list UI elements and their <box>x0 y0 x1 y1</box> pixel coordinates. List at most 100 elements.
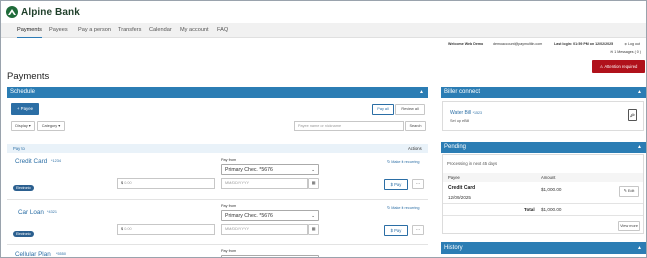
nav-calendar[interactable]: Calendar <box>149 23 172 38</box>
collapse-caret-icon[interactable]: ▲ <box>637 142 642 153</box>
envelope-icon: ✉ <box>610 50 614 54</box>
pay-from-label: Pay from <box>221 249 237 253</box>
collapse-caret-icon[interactable]: ▲ <box>637 242 642 254</box>
pay-from-label: Pay from <box>221 158 237 162</box>
pay-button[interactable]: $ Pay <box>384 179 408 190</box>
nav-payments[interactable]: Payments <box>17 23 42 38</box>
review-all-button[interactable]: Review all <box>395 104 425 115</box>
payee-search-input[interactable]: Payee name or nickname <box>294 121 404 131</box>
logout-link[interactable]: ➲ Log out <box>624 42 640 46</box>
payee-name[interactable]: Cellular Plan <box>15 251 51 257</box>
biller-name[interactable]: Water Bill *1523 <box>450 110 482 116</box>
biller-connect-title: Biller connect <box>444 89 481 95</box>
attention-required-button[interactable]: ⚠ Attention required <box>592 60 645 73</box>
logout-label: Log out <box>628 42 641 46</box>
app-window: Alpine Bank Payments Payees Pay a person… <box>0 0 647 258</box>
col-actions: Actions <box>408 146 422 151</box>
nav-pay-a-person[interactable]: Pay a person <box>78 23 111 38</box>
main-nav: Payments Payees Pay a person Transfers C… <box>1 23 646 38</box>
date-input[interactable]: MM/DD/YYYY <box>221 178 308 189</box>
pdf-document-icon[interactable] <box>628 109 637 121</box>
add-payee-button[interactable]: + Payee <box>11 103 39 115</box>
pay-from-value: Primary Chec. *5676 <box>225 167 273 173</box>
payee-name[interactable]: Credit Card <box>15 158 47 165</box>
display-label: Display <box>15 124 28 128</box>
payee-account: *4321 <box>47 210 57 214</box>
pencil-icon: ✎ <box>623 189 627 193</box>
collapse-caret-icon[interactable]: ▲ <box>637 87 642 98</box>
pending-payee-date: 12/09/2025 <box>448 195 471 200</box>
pay-from-label: Pay from <box>221 204 237 208</box>
make-recurring-link[interactable]: ↻ Make it recurring <box>387 205 420 210</box>
edit-button[interactable]: ✎ Edit <box>619 186 639 197</box>
biller-item: Water Bill <box>450 110 472 116</box>
dollar-icon: $ <box>390 182 393 187</box>
view-more-button[interactable]: View more <box>618 221 640 231</box>
setup-ebill-text: Set up eBill <box>450 119 470 123</box>
pending-payee-name[interactable]: Credit Card <box>448 185 475 191</box>
page-title: Payments <box>7 71 50 82</box>
nav-transfers[interactable]: Transfers <box>118 23 141 38</box>
history-title: History <box>444 245 463 251</box>
display-dropdown[interactable]: Display ▾ <box>11 121 35 131</box>
amount-input[interactable]: $ 0.00 <box>117 178 215 189</box>
last-login: Last login: 01:59 PM on 12/02/2025 <box>554 42 614 46</box>
pay-all-button[interactable]: Pay all <box>372 104 394 115</box>
amount-input[interactable]: $ 0.00 <box>117 224 215 235</box>
nav-payees[interactable]: Payees <box>49 23 68 38</box>
history-panel-header[interactable]: History ▲ <box>441 242 646 254</box>
messages-link[interactable]: ✉ 1 Messages ( 0 ) <box>610 50 641 54</box>
pay-from-select[interactable]: Primary Chec. *5676 ⌄ <box>221 210 319 221</box>
brand-name: Alpine Bank <box>21 7 80 18</box>
edit-label: Edit <box>627 189 635 193</box>
alpine-bank-logo-icon[interactable] <box>6 6 18 18</box>
refresh-icon: ↻ <box>387 160 391 164</box>
more-options-button[interactable]: ⋯ <box>412 225 424 235</box>
collapse-caret-icon[interactable]: ▲ <box>419 87 424 98</box>
pay-label: Pay <box>394 182 402 187</box>
date-input[interactable]: MM/DD/YYYY <box>221 224 308 235</box>
dollar-sign: $ <box>121 181 124 185</box>
search-button[interactable]: Search <box>405 121 426 131</box>
chevron-down-icon: ⌄ <box>311 167 315 172</box>
chevron-down-icon: ⌄ <box>311 213 315 218</box>
make-recurring-link[interactable]: ↻ Make it recurring <box>387 159 420 164</box>
pending-panel-header[interactable]: Pending ▲ <box>441 142 646 153</box>
pending-divider <box>443 215 643 216</box>
pay-from-select[interactable]: Primary Chec. *5676 ⌄ <box>221 164 319 175</box>
dollar-icon: $ <box>390 228 393 233</box>
calendar-icon[interactable]: ▦ <box>308 178 319 189</box>
pending-subtitle: Processing in next 45 days <box>447 161 498 166</box>
dollar-sign: $ <box>121 227 124 231</box>
biller-account: *1523 <box>472 111 483 115</box>
biller-connect-header[interactable]: Biller connect ▲ <box>441 87 646 98</box>
electronic-badge: Electronic <box>13 231 34 237</box>
payee-name[interactable]: Car Loan <box>18 209 44 216</box>
pending-amount: $1,000.00 <box>541 187 562 192</box>
amount-placeholder: 0.00 <box>124 181 132 185</box>
header: Alpine Bank <box>1 1 646 23</box>
pay-to-header-row: Pay to Actions <box>7 144 428 153</box>
col-amount: Amount <box>541 175 556 180</box>
payee-account: *1234 <box>51 159 61 163</box>
refresh-icon: ↻ <box>387 206 391 210</box>
make-recurring-label: Make it recurring <box>391 160 420 164</box>
calendar-icon[interactable]: ▦ <box>308 224 319 235</box>
pay-button[interactable]: $ Pay <box>384 225 408 236</box>
row-divider <box>7 199 428 200</box>
nav-faq[interactable]: FAQ <box>217 23 228 38</box>
electronic-badge: Electronic <box>13 185 34 191</box>
biller-card[interactable]: Water Bill *1523 Set up eBill <box>442 101 644 131</box>
user-bar: Welcome Web Demo demoaccount@paymultiln.… <box>1 40 646 48</box>
nav-my-account[interactable]: My account <box>180 23 209 38</box>
schedule-panel-header[interactable]: Schedule ▲ <box>7 87 428 98</box>
col-payee: Payee <box>448 175 460 180</box>
messages-count: 0 <box>636 50 639 54</box>
category-dropdown[interactable]: Category ▾ <box>37 121 65 131</box>
total-value: $1,000.00 <box>541 207 562 212</box>
amount-placeholder: 0.00 <box>124 227 132 231</box>
more-options-button[interactable]: ⋯ <box>412 179 424 189</box>
col-pay-to: Pay to <box>13 146 25 151</box>
welcome-text: Welcome Web Demo <box>448 42 484 46</box>
category-label: Category <box>41 124 58 128</box>
